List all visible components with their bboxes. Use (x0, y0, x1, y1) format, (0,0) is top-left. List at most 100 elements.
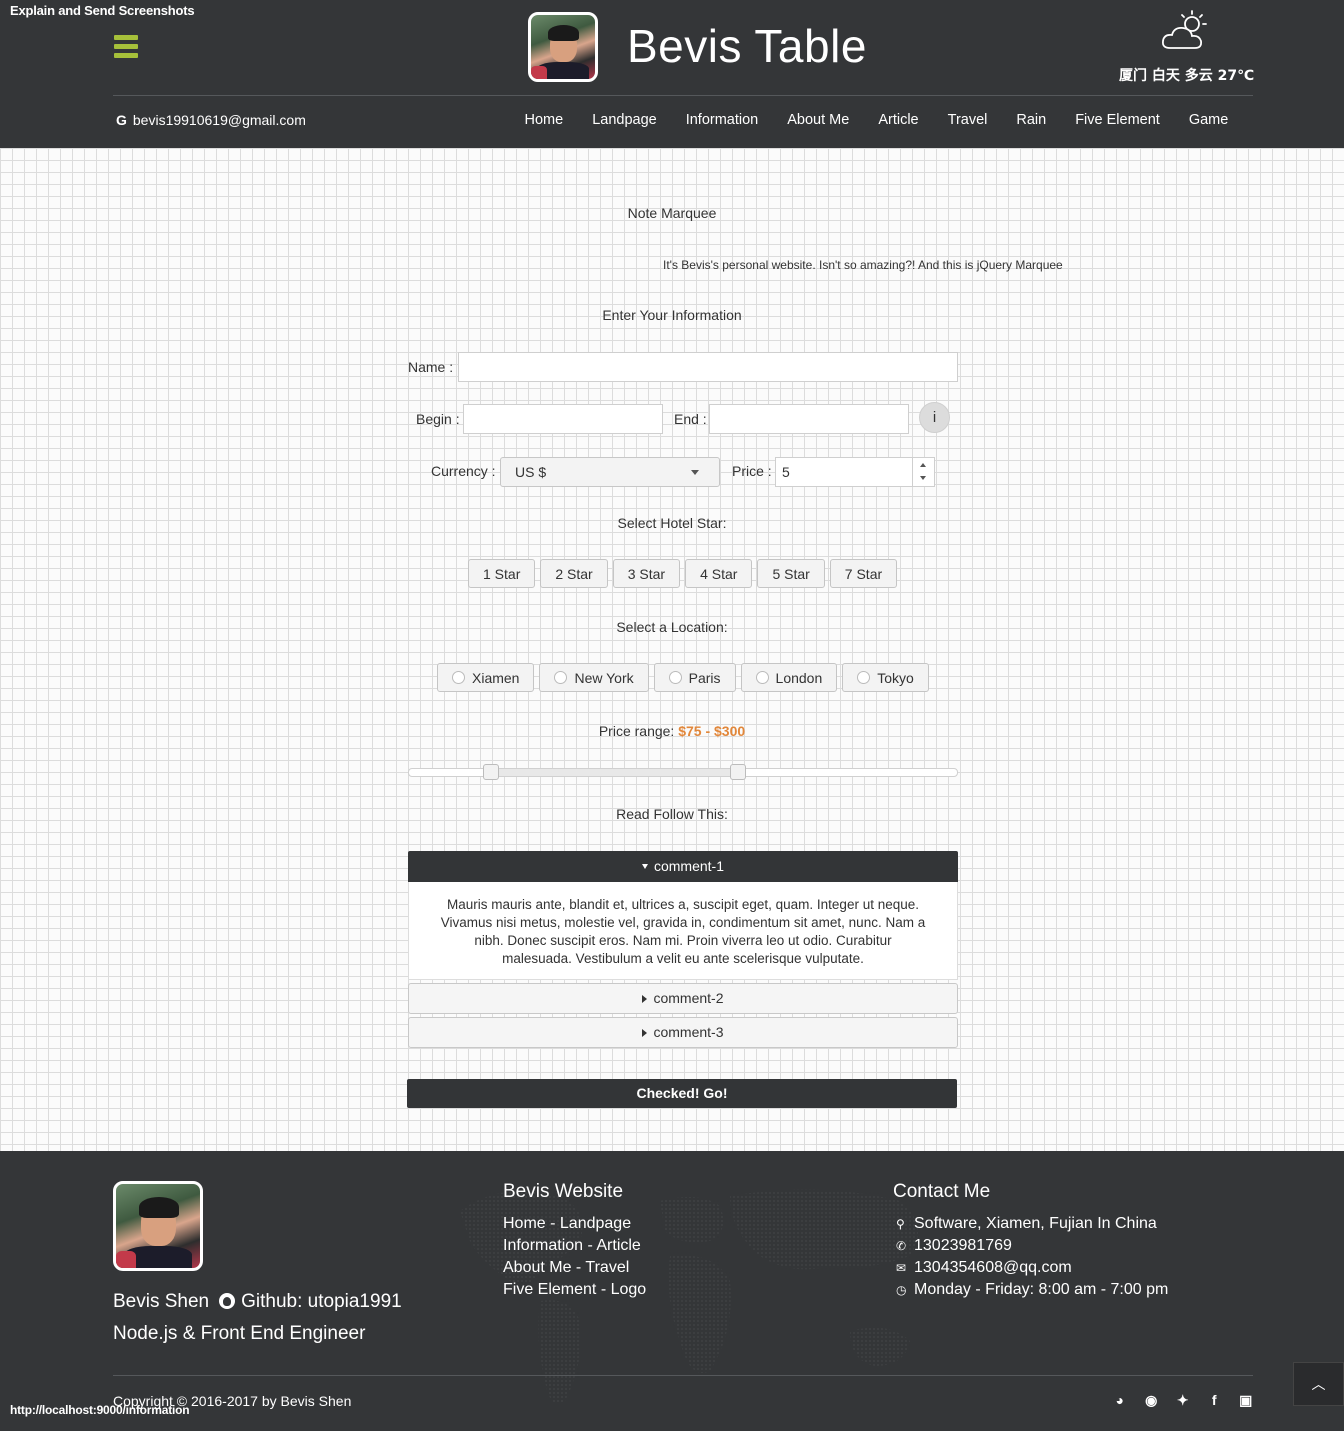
explain-screenshots-link[interactable]: Explain and Send Screenshots (10, 3, 195, 18)
location-option[interactable]: Tokyo (842, 663, 929, 692)
submit-button[interactable]: Checked! Go! (407, 1079, 957, 1108)
site-title: Bevis Table (627, 20, 867, 72)
star-option[interactable]: 5 Star (757, 559, 825, 588)
accordion-header-comment-1[interactable]: comment-1 (408, 851, 958, 882)
github-link[interactable]: Github: utopia1991 (241, 1291, 402, 1312)
footer-avatar (113, 1181, 203, 1271)
accordion-panel: Mauris mauris ante, blandit et, ultrices… (408, 882, 958, 980)
google-icon: G (116, 112, 127, 128)
location-option[interactable]: New York (539, 663, 649, 692)
hotel-star-group: 1 Star 2 Star 3 Star 4 Star 5 Star 7 Sta… (468, 559, 902, 588)
radio-circle-icon (554, 671, 568, 684)
footer-author: Bevis Shen Github: utopia1991 (113, 1291, 402, 1313)
weibo-icon[interactable]: ◉ (1136, 1392, 1168, 1409)
accordion-header-comment-2[interactable]: comment-2 (408, 983, 958, 1014)
currency-value: US $ (515, 464, 547, 480)
price-value: 5 (782, 464, 790, 480)
nav-home[interactable]: Home (510, 112, 578, 128)
location-label: Paris (688, 669, 721, 686)
info-button[interactable]: i (919, 402, 950, 433)
price-range-label: Price range: (598, 723, 675, 739)
contact-hours: ◷ Monday - Friday: 8:00 am - 7:00 pm (896, 1279, 1168, 1301)
hours-text: Monday - Friday: 8:00 am - 7:00 pm (914, 1281, 1169, 1298)
info-heading: Enter Your Information (602, 307, 742, 323)
name-input[interactable] (458, 352, 958, 382)
nav-five-element[interactable]: Five Element (1061, 112, 1175, 128)
footer-link[interactable]: About Me - Travel (503, 1257, 646, 1279)
begin-date-input[interactable] (463, 404, 663, 434)
currency-select[interactable]: US $ (500, 457, 720, 487)
triangle-right-icon (642, 1029, 648, 1037)
email-contact[interactable]: Gbevis19910619@gmail.com (116, 112, 306, 128)
twitter-icon[interactable]: ✦ (1167, 1392, 1199, 1409)
location-option[interactable]: London (740, 663, 838, 692)
currency-label: Currency : (431, 463, 496, 479)
nav-article[interactable]: Article (864, 112, 933, 128)
slider-max-handle[interactable] (729, 764, 746, 780)
avatar[interactable] (528, 12, 598, 82)
map-pin-icon: ⚲ (896, 1217, 905, 1231)
nav-game[interactable]: Game (1174, 112, 1243, 128)
email-text[interactable]: 1304354608@qq.com (914, 1257, 1072, 1279)
footer-divider (113, 1375, 1253, 1376)
star-option[interactable]: 7 Star (829, 559, 898, 588)
chevron-up-icon: ︿ (1311, 1376, 1326, 1392)
price-stepper[interactable]: 5 (775, 457, 935, 487)
slider-min-handle[interactable] (483, 764, 500, 780)
back-to-top-button[interactable]: ︿ (1293, 1362, 1344, 1406)
contact-phone: ✆ 13023981769 (896, 1235, 1168, 1257)
instagram-icon[interactable]: ▣ (1230, 1392, 1262, 1409)
phone-text: 13023981769 (914, 1237, 1012, 1254)
location-heading: Select a Location: (616, 619, 728, 635)
radio-circle-icon (857, 671, 871, 684)
website-title: Bevis Website (503, 1181, 624, 1202)
world-map-icon (460, 1189, 918, 1404)
status-bar-url: http://localhost:9000/information (10, 1403, 190, 1417)
triangle-right-icon (642, 995, 648, 1003)
increment-icon[interactable] (920, 463, 926, 467)
location-option[interactable]: Xiamen (437, 663, 535, 692)
nav-rain[interactable]: Rain (1002, 112, 1061, 128)
nav-about-me[interactable]: About Me (773, 112, 864, 128)
price-range-slider[interactable] (408, 764, 958, 780)
menu-icon[interactable] (114, 35, 138, 60)
stepper-arrows[interactable] (912, 458, 934, 486)
facebook-icon[interactable]: f (1199, 1392, 1231, 1409)
contact-title: Contact Me (893, 1181, 991, 1202)
footer-link[interactable]: Information - Article (503, 1235, 646, 1257)
author-role: Node.js & Front End Engineer (113, 1323, 366, 1344)
weather-text: 厦门 白天 多云 27℃ (1119, 68, 1255, 84)
accordion-title: comment-1 (653, 858, 725, 874)
begin-label: Begin : (416, 411, 460, 427)
comment-accordion: comment-1 Mauris mauris ante, blandit et… (408, 851, 958, 1048)
price-range-heading: Price range: $75 - $300 (0, 723, 1344, 739)
end-label: End : (674, 411, 707, 427)
nav-information[interactable]: Information (671, 112, 773, 128)
nav-travel[interactable]: Travel (933, 112, 1002, 128)
location-radio-group: Xiamen New York Paris London Tokyo (437, 663, 934, 692)
location-option[interactable]: Paris (653, 663, 736, 692)
partly-cloudy-icon (1161, 10, 1207, 49)
star-option[interactable]: 1 Star (468, 559, 536, 588)
footer-link[interactable]: Home - Landpage (503, 1213, 646, 1235)
accordion-header-comment-3[interactable]: comment-3 (408, 1017, 958, 1048)
location-label: Xiamen (472, 669, 520, 686)
radio-circle-icon (668, 671, 682, 684)
end-date-input[interactable] (709, 404, 909, 434)
footer-link[interactable]: Five Element - Logo (503, 1279, 646, 1301)
decrement-icon[interactable] (920, 476, 926, 480)
star-option[interactable]: 3 Star (612, 559, 681, 588)
address-text: Software, Xiamen, Fujian In China (914, 1215, 1157, 1232)
radio-circle-icon (452, 671, 465, 684)
read-heading: Read Follow This: (616, 806, 728, 822)
main-nav: Home Landpage Information About Me Artic… (510, 112, 1243, 128)
contact-address: ⚲ Software, Xiamen, Fujian In China (896, 1213, 1168, 1235)
star-option[interactable]: 2 Star (540, 559, 608, 588)
wechat-icon[interactable]: ◕ (1104, 1392, 1136, 1409)
author-name: Bevis Shen (113, 1291, 210, 1312)
star-option[interactable]: 4 Star (685, 559, 753, 588)
nav-landpage[interactable]: Landpage (578, 112, 672, 128)
marquee-text: It's Bevis's personal website. Isn't so … (663, 258, 1063, 272)
location-label: London (775, 669, 823, 686)
clock-icon: ◷ (896, 1283, 907, 1297)
